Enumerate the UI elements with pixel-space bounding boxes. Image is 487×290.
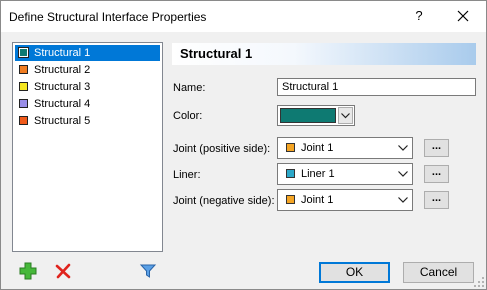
joint-negative-label: Joint (negative side): (173, 195, 275, 207)
color-swatch (19, 116, 28, 125)
color-swatch (18, 47, 29, 58)
joint-positive-label: Joint (positive side): (173, 143, 271, 155)
dialog-window: Define Structural Interface Properties ?… (0, 0, 487, 290)
liner-label: Liner: (173, 169, 201, 181)
filter-icon (139, 264, 157, 278)
add-button[interactable] (19, 262, 37, 280)
joint-color-swatch (286, 143, 295, 152)
resize-grip-icon[interactable] (473, 276, 485, 288)
delete-button[interactable] (54, 262, 72, 280)
joint-negative-select[interactable]: Joint 1 (277, 189, 413, 211)
properties-title: Structural 1 (180, 46, 253, 61)
liner-value: Liner 1 (301, 168, 335, 180)
joint-color-swatch (286, 195, 295, 204)
color-label: Color: (173, 110, 203, 122)
color-dropdown-button[interactable] (338, 107, 353, 124)
title-bar: Define Structural Interface Properties ? (1, 1, 486, 32)
liner-browse-button[interactable]: ... (424, 165, 449, 183)
liner-select[interactable]: Liner 1 (277, 163, 413, 185)
chevron-down-icon (398, 145, 408, 151)
chevron-down-icon (398, 171, 408, 177)
chevron-down-icon (398, 197, 408, 203)
joint-positive-browse-button[interactable]: ... (424, 139, 449, 157)
list-item-structural-3[interactable]: Structural 3 (15, 79, 160, 95)
joint-negative-browse-button[interactable]: ... (424, 191, 449, 209)
list-item-label: Structural 5 (34, 115, 91, 127)
joint-negative-value: Joint 1 (301, 194, 334, 206)
add-icon (19, 262, 37, 280)
close-icon (457, 10, 469, 22)
liner-color-swatch (286, 169, 295, 178)
close-button[interactable] (447, 5, 479, 27)
list-item-label: Structural 3 (34, 81, 91, 93)
joint-positive-select[interactable]: Joint 1 (277, 137, 413, 159)
list-item-structural-2[interactable]: Structural 2 (15, 62, 160, 78)
properties-header: Structural 1 (172, 43, 476, 65)
color-swatch (19, 99, 28, 108)
ok-button[interactable]: OK (319, 262, 390, 283)
cancel-button[interactable]: Cancel (403, 262, 474, 283)
list-item-structural-5[interactable]: Structural 5 (15, 113, 160, 129)
delete-icon (55, 263, 71, 279)
help-button[interactable]: ? (407, 5, 431, 27)
list-item-structural-4[interactable]: Structural 4 (15, 96, 160, 112)
color-picker[interactable] (277, 105, 355, 126)
name-label: Name: (173, 82, 206, 94)
joint-positive-value: Joint 1 (301, 142, 334, 154)
color-swatch (19, 82, 28, 91)
color-swatch (19, 65, 28, 74)
color-preview (280, 108, 336, 123)
window-title: Define Structural Interface Properties (9, 10, 207, 24)
filter-button[interactable] (139, 262, 157, 280)
list-item-label: Structural 2 (34, 64, 91, 76)
name-field[interactable]: Structural 1 (277, 78, 476, 96)
dialog-body: Structural 1 Structural 2 Structural 3 S… (1, 32, 486, 289)
list-item-label: Structural 1 (34, 47, 91, 59)
list-item-label: Structural 4 (34, 98, 91, 110)
structure-list[interactable]: Structural 1 Structural 2 Structural 3 S… (12, 42, 163, 252)
chevron-down-icon (341, 113, 350, 119)
list-item-structural-1[interactable]: Structural 1 (15, 45, 160, 61)
